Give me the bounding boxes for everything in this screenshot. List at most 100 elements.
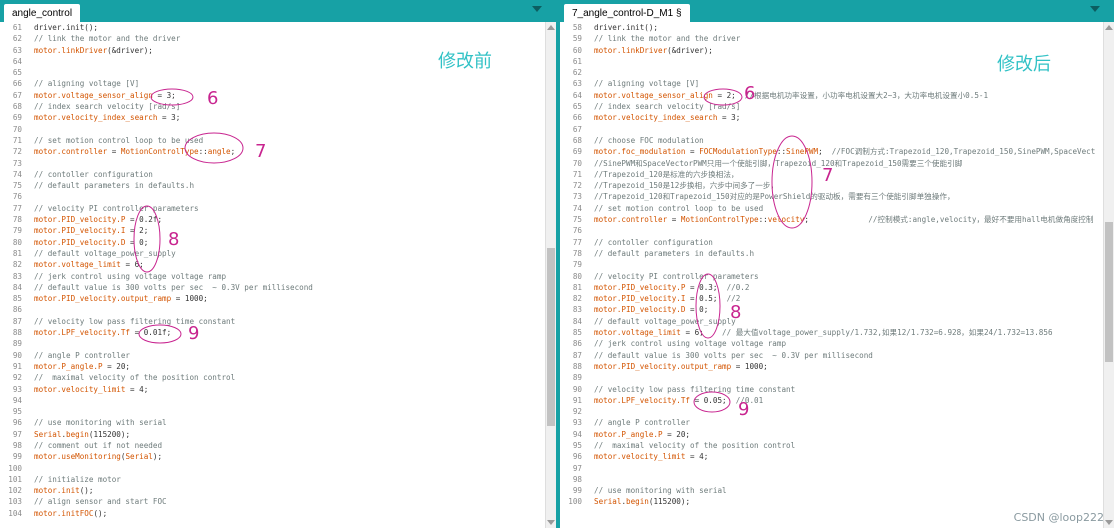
scroll-down-arrow-icon[interactable] [1105, 520, 1113, 525]
code-line[interactable]: 62 // link the motor and the driver [0, 33, 542, 44]
scrollbar-left[interactable] [545, 22, 556, 528]
code-line[interactable]: 69 motor.foc_modulation = FOCModulationTy… [560, 146, 1100, 157]
code-line[interactable]: 67 [560, 124, 1100, 135]
code-line[interactable]: 58 driver.init(); [560, 22, 1100, 33]
tab-7-angle-control[interactable]: 7_angle_control-D_M1 § [564, 4, 690, 22]
code-line[interactable]: 100 Serial.begin(115200); [560, 496, 1100, 507]
scroll-up-arrow-icon[interactable] [547, 25, 555, 30]
code-line[interactable]: 86 // jerk control using voltage voltage … [560, 338, 1100, 349]
code-line[interactable]: 103 // align sensor and start FOC [0, 496, 542, 507]
code-line[interactable]: 88 motor.LPF_velocity.Tf = 0.01f; [0, 327, 542, 338]
code-line[interactable]: 99 motor.useMonitoring(Serial); [0, 451, 542, 462]
code-line[interactable]: 94 motor.P_angle.P = 20; [560, 429, 1100, 440]
line-number: 77 [12, 203, 22, 213]
code-line[interactable]: 93 // angle P controller [560, 417, 1100, 428]
code-line[interactable]: 84 // default value is 300 volts per sec … [0, 282, 542, 293]
code-line[interactable]: 91 motor.LPF_velocity.Tf = 0.05; //0.01 [560, 395, 1100, 406]
scroll-down-arrow-icon[interactable] [547, 520, 555, 525]
code-line[interactable]: 83 // jerk control using voltage voltage … [0, 271, 542, 282]
code-line[interactable]: 97 [560, 463, 1100, 474]
tab-menu-chevron-icon[interactable] [1090, 6, 1100, 12]
code-line[interactable]: 98 [560, 474, 1100, 485]
code-line[interactable]: 65 // index search velocity [rad/s] [560, 101, 1100, 112]
line-number: 92 [12, 373, 22, 383]
tab-menu-chevron-icon[interactable] [532, 6, 542, 12]
code-line[interactable]: 81 motor.PID_velocity.P = 0.3; //0.2 [560, 282, 1100, 293]
code-line[interactable]: 66 motor.velocity_index_search = 3; [560, 112, 1100, 123]
code-line[interactable]: 84 // default voltage_power_supply [560, 316, 1100, 327]
tab-angle-control[interactable]: angle_control [4, 4, 81, 22]
code-line[interactable]: 69 motor.velocity_index_search = 3; [0, 112, 542, 123]
code-line[interactable]: 73 [0, 158, 542, 169]
code-line[interactable]: 71 // set motion control loop to be used [0, 135, 542, 146]
code-line[interactable]: 74 // contoller configuration [0, 169, 542, 180]
code-line[interactable]: 94 [0, 395, 542, 406]
code-line[interactable]: 85 motor.PID_velocity.output_ramp = 1000; [0, 293, 542, 304]
code-line[interactable]: 81 // default voltage_power_supply [0, 248, 542, 259]
code-line[interactable]: 67 motor.voltage_sensor_align = 3; [0, 90, 542, 101]
code-line[interactable]: 82 motor.PID_velocity.I = 0.5; //2 [560, 293, 1100, 304]
code-line[interactable]: 83 motor.PID_velocity.D = 0; [560, 304, 1100, 315]
code-area-left[interactable]: 61 driver.init(); 62 // link the motor and … [0, 22, 542, 528]
code-comment: //Trapezoid_120和Trapezoid_150对应的是PowerSh… [594, 192, 955, 202]
code-token: (); [93, 508, 108, 518]
code-line[interactable]: 64 motor.voltage_sensor_align = 2; //根据电机… [560, 90, 1100, 101]
code-line[interactable]: 68 // choose FOC modulation [560, 135, 1100, 146]
code-line[interactable]: 73 //Trapezoid_120和Trapezoid_150对应的是Power… [560, 191, 1100, 202]
code-line[interactable]: 86 [0, 304, 542, 315]
code-line[interactable]: 79 motor.PID_velocity.I = 2; [0, 225, 542, 236]
code-text: // choose FOC modulation [594, 135, 704, 146]
code-line[interactable]: 77 // contoller configuration [560, 237, 1100, 248]
code-line[interactable]: 63 // aligning voltage [V] [560, 78, 1100, 89]
code-line[interactable]: 99 // use monitoring with serial [560, 485, 1100, 496]
code-line[interactable]: 98 // comment out if not needed [0, 440, 542, 451]
scrollbar-thumb-left[interactable] [547, 248, 555, 426]
code-line[interactable]: 80 // velocity PI controller parameters [560, 271, 1100, 282]
code-line[interactable]: 92 // maximal velocity of the position co… [0, 372, 542, 383]
code-line[interactable]: 95 // maximal velocity of the position co… [560, 440, 1100, 451]
code-line[interactable]: 76 [0, 191, 542, 202]
code-line[interactable]: 66 // aligning voltage [V] [0, 78, 542, 89]
code-line[interactable]: 100 [0, 463, 542, 474]
code-keyword: angle [207, 147, 231, 157]
code-line[interactable]: 97 Serial.begin(115200); [0, 429, 542, 440]
code-line[interactable]: 91 motor.P_angle.P = 20; [0, 361, 542, 372]
code-line[interactable]: 72 motor.controller = MotionControlType::… [0, 146, 542, 157]
code-line[interactable]: 96 // use monitoring with serial [0, 417, 542, 428]
code-line[interactable]: 92 [560, 406, 1100, 417]
code-line[interactable]: 70 [0, 124, 542, 135]
scrollbar-right[interactable] [1103, 22, 1114, 528]
code-keyword: motor.velocity_limit [34, 384, 126, 394]
code-line[interactable]: 79 [560, 259, 1100, 270]
code-line[interactable]: 61 driver.init(); [0, 22, 542, 33]
code-area-right[interactable]: 58 driver.init(); 59 // link the motor and … [560, 22, 1100, 528]
code-line[interactable]: 90 // velocity low pass filtering time co… [560, 384, 1100, 395]
code-line[interactable]: 78 motor.PID_velocity.P = 0.2f; [0, 214, 542, 225]
code-line[interactable]: 96 motor.velocity_limit = 4; [560, 451, 1100, 462]
code-line[interactable]: 89 [0, 338, 542, 349]
code-line[interactable]: 74 // set motion control loop to be used [560, 203, 1100, 214]
code-line[interactable]: 77 // velocity PI controller parameters [0, 203, 542, 214]
code-line[interactable]: 93 motor.velocity_limit = 4; [0, 384, 542, 395]
code-line[interactable]: 90 // angle P controller [0, 350, 542, 361]
code-line[interactable]: 75 // default parameters in defaults.h [0, 180, 542, 191]
code-line[interactable]: 80 motor.PID_velocity.D = 0; [0, 237, 542, 248]
code-line[interactable]: 68 // index search velocity [rad/s] [0, 101, 542, 112]
code-line[interactable]: 87 // velocity low pass filtering time co… [0, 316, 542, 327]
code-line[interactable]: 102 motor.init(); [0, 485, 542, 496]
code-token: driver.init(); [34, 23, 99, 32]
code-line[interactable]: 76 [560, 225, 1100, 236]
code-line[interactable]: 87 // default value is 300 volts per sec … [560, 350, 1100, 361]
code-line[interactable]: 75 motor.controller = MotionControlType::… [560, 214, 1100, 225]
code-line[interactable]: 104 motor.initFOC(); [0, 508, 542, 519]
code-line[interactable]: 82 motor.voltage_limit = 6; [0, 259, 542, 270]
code-line[interactable]: 59 // link the motor and the driver [560, 33, 1100, 44]
scrollbar-thumb-right[interactable] [1105, 222, 1113, 362]
code-line[interactable]: 101 // initialize motor [0, 474, 542, 485]
scroll-up-arrow-icon[interactable] [1105, 25, 1113, 30]
code-line[interactable]: 95 [0, 406, 542, 417]
code-line[interactable]: 88 motor.PID_velocity.output_ramp = 1000; [560, 361, 1100, 372]
code-line[interactable]: 85 motor.voltage_limit = 6; // 最大值voltage… [560, 327, 1100, 338]
code-line[interactable]: 78 // default parameters in defaults.h [560, 248, 1100, 259]
code-line[interactable]: 89 [560, 372, 1100, 383]
